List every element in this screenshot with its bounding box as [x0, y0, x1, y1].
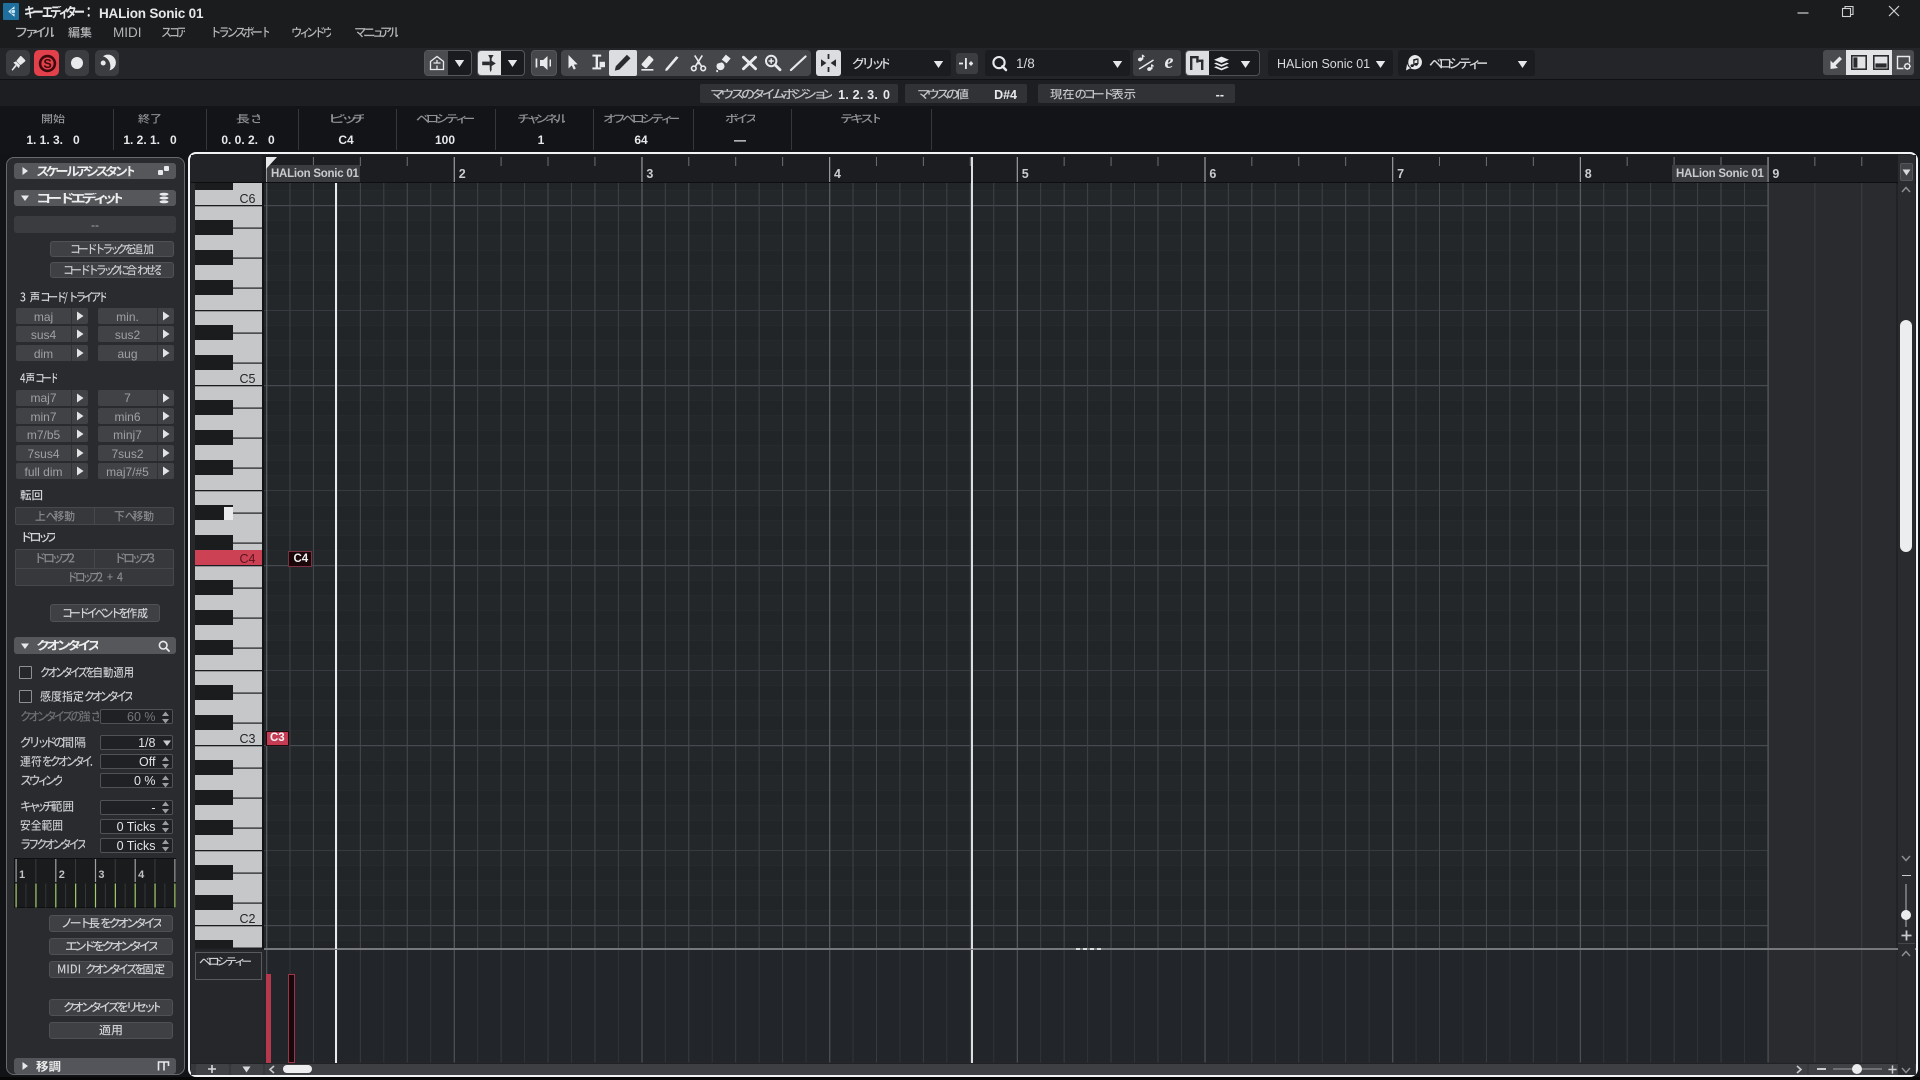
svg-text:S: S [43, 57, 51, 71]
